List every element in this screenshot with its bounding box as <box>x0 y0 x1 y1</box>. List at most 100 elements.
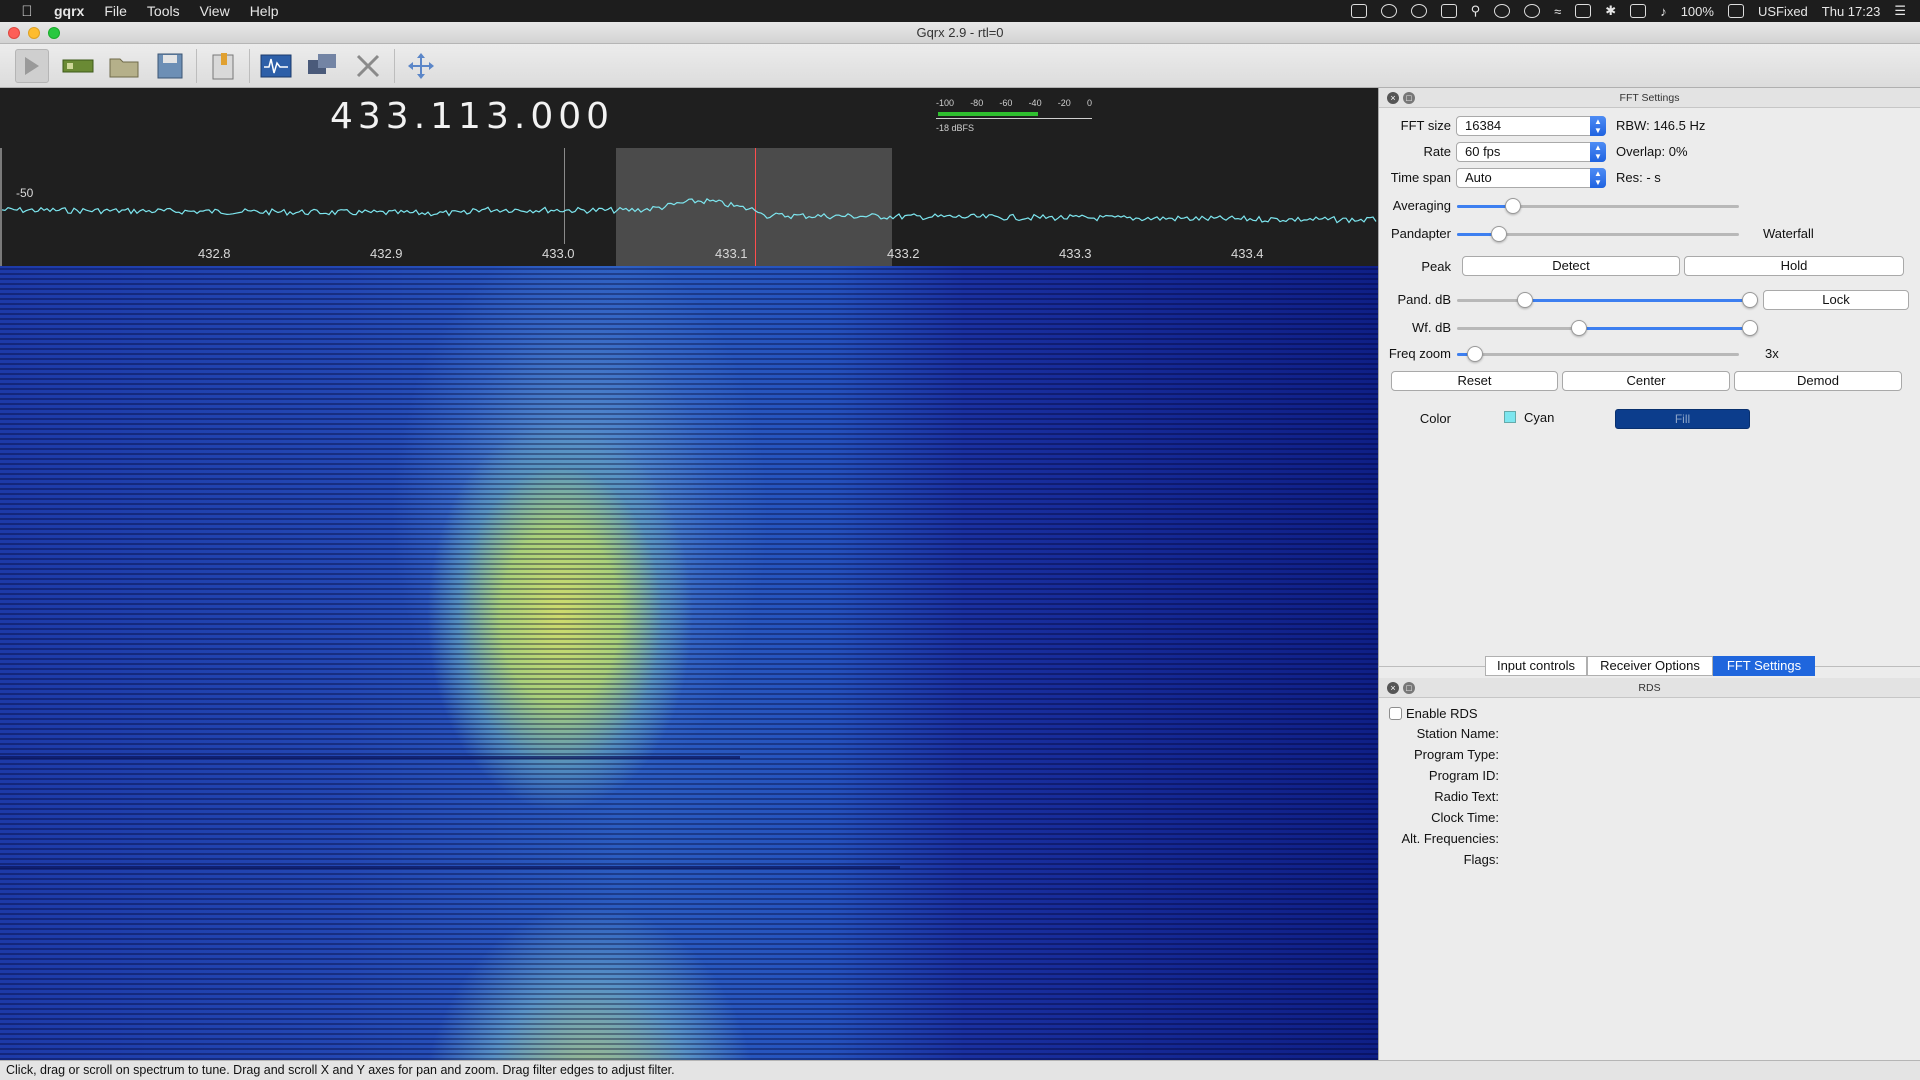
battery-icon[interactable] <box>1727 4 1744 18</box>
apple-menu-icon[interactable]:  <box>0 3 54 20</box>
spectrum-plot[interactable]: -50 432.8 432.9 433.0 433.1 433.2 433.3 … <box>0 148 1378 266</box>
checkbox-status-icon[interactable] <box>1350 4 1367 18</box>
lock-button[interactable]: Lock <box>1763 290 1909 310</box>
wf-db-min-knob[interactable] <box>1571 320 1587 336</box>
save-settings-button[interactable] <box>150 48 190 84</box>
keyboard-icon[interactable] <box>1630 4 1647 18</box>
tab-fft-settings[interactable]: FFT Settings <box>1713 656 1815 676</box>
tab-input-controls[interactable]: Input controls <box>1485 656 1587 676</box>
enable-rds-checkbox[interactable] <box>1389 707 1402 720</box>
fullscreen-icon <box>408 52 434 79</box>
clock[interactable]: Thu 17:23 <box>1822 4 1881 19</box>
fill-toggle-button[interactable]: Fill <box>1615 409 1750 429</box>
float-panel-icon[interactable]: □ <box>1403 92 1415 104</box>
station-name-label: Station Name: <box>1416 726 1499 741</box>
smeter-tick: -60 <box>999 98 1013 108</box>
color-picker-button[interactable]: Cyan <box>1504 406 1604 428</box>
pandapter-waterfall-slider[interactable] <box>1457 226 1739 242</box>
timespan-value: Auto <box>1465 170 1492 185</box>
list-icon[interactable]: ☰ <box>1894 3 1906 19</box>
volume-icon[interactable]: ♪ <box>1660 4 1667 19</box>
close-panel-icon[interactable]: × <box>1387 682 1399 694</box>
smeter-scale <box>936 109 1092 119</box>
timespan-select[interactable]: Auto ▲ ▼ <box>1456 168 1606 188</box>
battery-percent[interactable]: 100% <box>1681 4 1714 19</box>
smeter-tick: -40 <box>1028 98 1042 108</box>
fft-panel-titlebar: × □ FFT Settings <box>1379 88 1920 108</box>
hold-button[interactable]: Hold <box>1684 256 1904 276</box>
rds-panel: × □ RDS Enable RDS Station Name: Program… <box>1379 678 1920 1060</box>
freq-tick: 432.9 <box>370 246 403 261</box>
pandapter-slider-knob[interactable] <box>1491 226 1508 242</box>
rate-select[interactable]: 60 fps ▲ ▼ <box>1456 142 1606 162</box>
wifi-icon[interactable]: ≈ <box>1554 4 1561 19</box>
res-label: Res: - s <box>1616 170 1661 185</box>
detect-button[interactable]: Detect <box>1462 256 1680 276</box>
reset-button[interactable]: Reset <box>1391 371 1558 391</box>
settings-tools-button[interactable] <box>348 48 388 84</box>
toolbar-separator <box>394 48 395 83</box>
maximize-window-icon[interactable] <box>48 27 60 39</box>
freq-tick: 433.3 <box>1059 246 1092 261</box>
close-window-icon[interactable] <box>8 27 20 39</box>
bluetooth-icon[interactable]: ✱ <box>1605 3 1616 19</box>
status-bar: Click, drag or scroll on spectrum to tun… <box>0 1060 1920 1080</box>
signal-analyzer-button[interactable] <box>256 48 296 84</box>
waterfall-display[interactable] <box>0 266 1378 1060</box>
io-devices-button[interactable] <box>58 48 98 84</box>
input-source[interactable]: USFixed <box>1758 4 1808 19</box>
load-settings-button[interactable] <box>104 48 144 84</box>
tools-icon <box>356 54 380 77</box>
close-panel-icon[interactable]: × <box>1387 92 1399 104</box>
freq-zoom-slider[interactable] <box>1457 346 1739 362</box>
search-icon[interactable]: ⚲ <box>1471 3 1481 19</box>
pand-db-min-knob[interactable] <box>1517 292 1533 308</box>
alt-frequencies-label: Alt. Frequencies: <box>1401 831 1499 846</box>
smeter-tick: -20 <box>1057 98 1071 108</box>
freq-zoom-value: 3x <box>1765 346 1779 361</box>
signal-icon <box>260 54 292 77</box>
chevron-updown-icon: ▲ ▼ <box>1590 168 1606 188</box>
menu-app[interactable]: gqrx <box>54 3 94 19</box>
siri-icon[interactable] <box>1494 4 1511 18</box>
pand-db-max-knob[interactable] <box>1742 292 1758 308</box>
d-status-icon[interactable] <box>1380 4 1397 18</box>
averaging-slider-knob[interactable] <box>1505 198 1522 214</box>
tab-receiver-options[interactable]: Receiver Options <box>1587 656 1713 676</box>
menu-tools[interactable]: Tools <box>137 3 190 19</box>
cloud-status-icon[interactable] <box>1410 4 1427 18</box>
time-machine-icon[interactable] <box>1524 4 1541 18</box>
start-dsp-button[interactable] <box>12 48 52 84</box>
bookmarks-button[interactable] <box>203 48 243 84</box>
peak-label: Peak <box>1421 259 1451 274</box>
airplay-icon[interactable] <box>1575 4 1592 18</box>
demod-button[interactable]: Demod <box>1734 371 1902 391</box>
fft-size-select[interactable]: 16384 ▲ ▼ <box>1456 116 1606 136</box>
menu-file[interactable]: File <box>94 3 137 19</box>
enable-rds-label: Enable RDS <box>1406 706 1478 721</box>
plot-area: 433.113.000 -100 -80 -60 -40 -20 0 -18 d… <box>0 88 1378 1060</box>
freq-tick: 433.4 <box>1231 246 1264 261</box>
color-name: Cyan <box>1524 410 1555 425</box>
frequency-readout[interactable]: 433.113.000 <box>330 96 614 137</box>
pand-db-range-slider[interactable] <box>1457 292 1758 308</box>
center-button[interactable]: Center <box>1562 371 1730 391</box>
freq-zoom-slider-knob[interactable] <box>1467 346 1483 362</box>
averaging-slider[interactable] <box>1457 198 1739 214</box>
fft-settings-panel: × □ FFT Settings FFT size 16384 ▲ ▼ RBW: … <box>1379 88 1920 676</box>
minimize-window-icon[interactable] <box>28 27 40 39</box>
smeter-tick: -100 <box>936 98 955 108</box>
hash-status-icon[interactable] <box>1440 4 1457 18</box>
toolbar-separator <box>196 48 197 83</box>
wf-db-range-slider[interactable] <box>1457 320 1758 336</box>
pand-db-label: Pand. dB <box>1397 292 1452 307</box>
frequency-header: 433.113.000 -100 -80 -60 -40 -20 0 -18 d… <box>0 88 1378 148</box>
menu-view[interactable]: View <box>190 3 240 19</box>
menu-help[interactable]: Help <box>240 3 289 19</box>
fullscreen-button[interactable] <box>401 48 441 84</box>
rds-panel-title: RDS <box>1638 682 1661 694</box>
remote-control-button[interactable] <box>302 48 342 84</box>
right-dock: × □ FFT Settings FFT size 16384 ▲ ▼ RBW: … <box>1378 88 1920 1060</box>
float-panel-icon[interactable]: □ <box>1403 682 1415 694</box>
wf-db-max-knob[interactable] <box>1742 320 1758 336</box>
